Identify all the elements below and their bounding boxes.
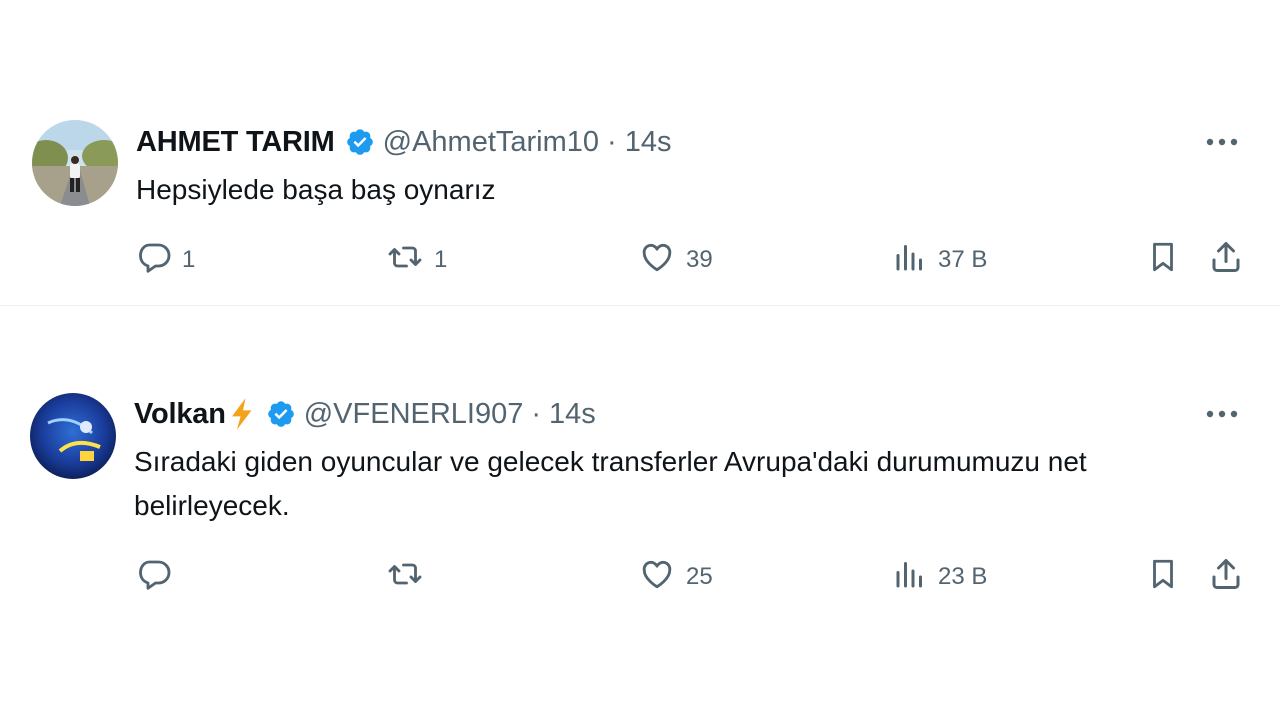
lightning-icon <box>228 397 258 431</box>
avatar[interactable] <box>32 120 118 206</box>
reply-icon <box>136 556 172 599</box>
like-count: 39 <box>686 246 713 273</box>
views-button[interactable]: 23 B <box>892 555 987 599</box>
tweet-actions: 25 23 B <box>0 555 1280 599</box>
share-icon <box>1208 239 1244 282</box>
tweet[interactable]: AHMET TARIM @AhmetTarim10 · 14s Hepsiyle… <box>0 118 1280 304</box>
tweet[interactable]: Volkan @VFENERLI907 · 14s Sıradaki giden… <box>0 390 1280 620</box>
bookmark-button[interactable] <box>1146 555 1180 599</box>
tweet-text: Sıradaki giden oyuncular ve gelecek tran… <box>134 446 1087 521</box>
bookmark-icon <box>1146 556 1180 599</box>
reply-button[interactable]: 1 <box>136 238 195 282</box>
like-button[interactable]: 39 <box>638 238 713 282</box>
timestamp[interactable]: 14s <box>549 394 596 434</box>
retweet-icon <box>386 239 424 282</box>
like-button[interactable]: 25 <box>638 555 713 599</box>
share-button[interactable] <box>1208 238 1244 282</box>
user-handle[interactable]: @VFENERLI907 <box>304 394 524 434</box>
more-icon[interactable] <box>1202 396 1242 432</box>
like-icon <box>638 239 676 282</box>
reply-icon <box>136 239 172 282</box>
retweet-button[interactable]: 1 <box>386 238 447 282</box>
share-icon <box>1208 556 1244 599</box>
timestamp[interactable]: 14s <box>625 122 672 162</box>
share-button[interactable] <box>1208 555 1244 599</box>
tweet-header: AHMET TARIM @AhmetTarim10 · 14s <box>136 122 1160 162</box>
views-icon <box>892 556 928 599</box>
separator-dot: · <box>607 126 617 158</box>
bookmark-icon <box>1146 239 1180 282</box>
user-handle[interactable]: @AhmetTarim10 <box>383 122 599 162</box>
verified-badge-icon <box>266 399 296 429</box>
views-button[interactable]: 37 B <box>892 238 987 282</box>
separator-dot: · <box>531 398 542 430</box>
more-icon[interactable] <box>1202 124 1242 160</box>
reply-button[interactable] <box>136 555 182 599</box>
display-name[interactable]: Volkan <box>134 394 226 434</box>
views-count: 23 B <box>938 563 988 590</box>
tweet-actions: 1 1 39 37 B <box>0 238 1280 282</box>
bookmark-button[interactable] <box>1146 238 1180 282</box>
retweet-icon <box>386 556 424 599</box>
reply-count: 1 <box>182 246 196 273</box>
like-icon <box>638 556 676 599</box>
views-count: 37 B <box>938 246 988 273</box>
avatar[interactable] <box>30 393 116 479</box>
retweet-count: 1 <box>434 246 448 273</box>
views-icon <box>892 239 928 282</box>
verified-badge-icon <box>345 127 375 157</box>
tweet-header: Volkan @VFENERLI907 · 14s <box>134 394 1160 434</box>
tweet-text: Hepsiylede başa baş oynarız <box>136 174 496 205</box>
retweet-button[interactable] <box>386 555 434 599</box>
like-count: 25 <box>686 563 713 590</box>
tweet-divider <box>0 305 1280 306</box>
display-name[interactable]: AHMET TARIM <box>136 122 335 162</box>
